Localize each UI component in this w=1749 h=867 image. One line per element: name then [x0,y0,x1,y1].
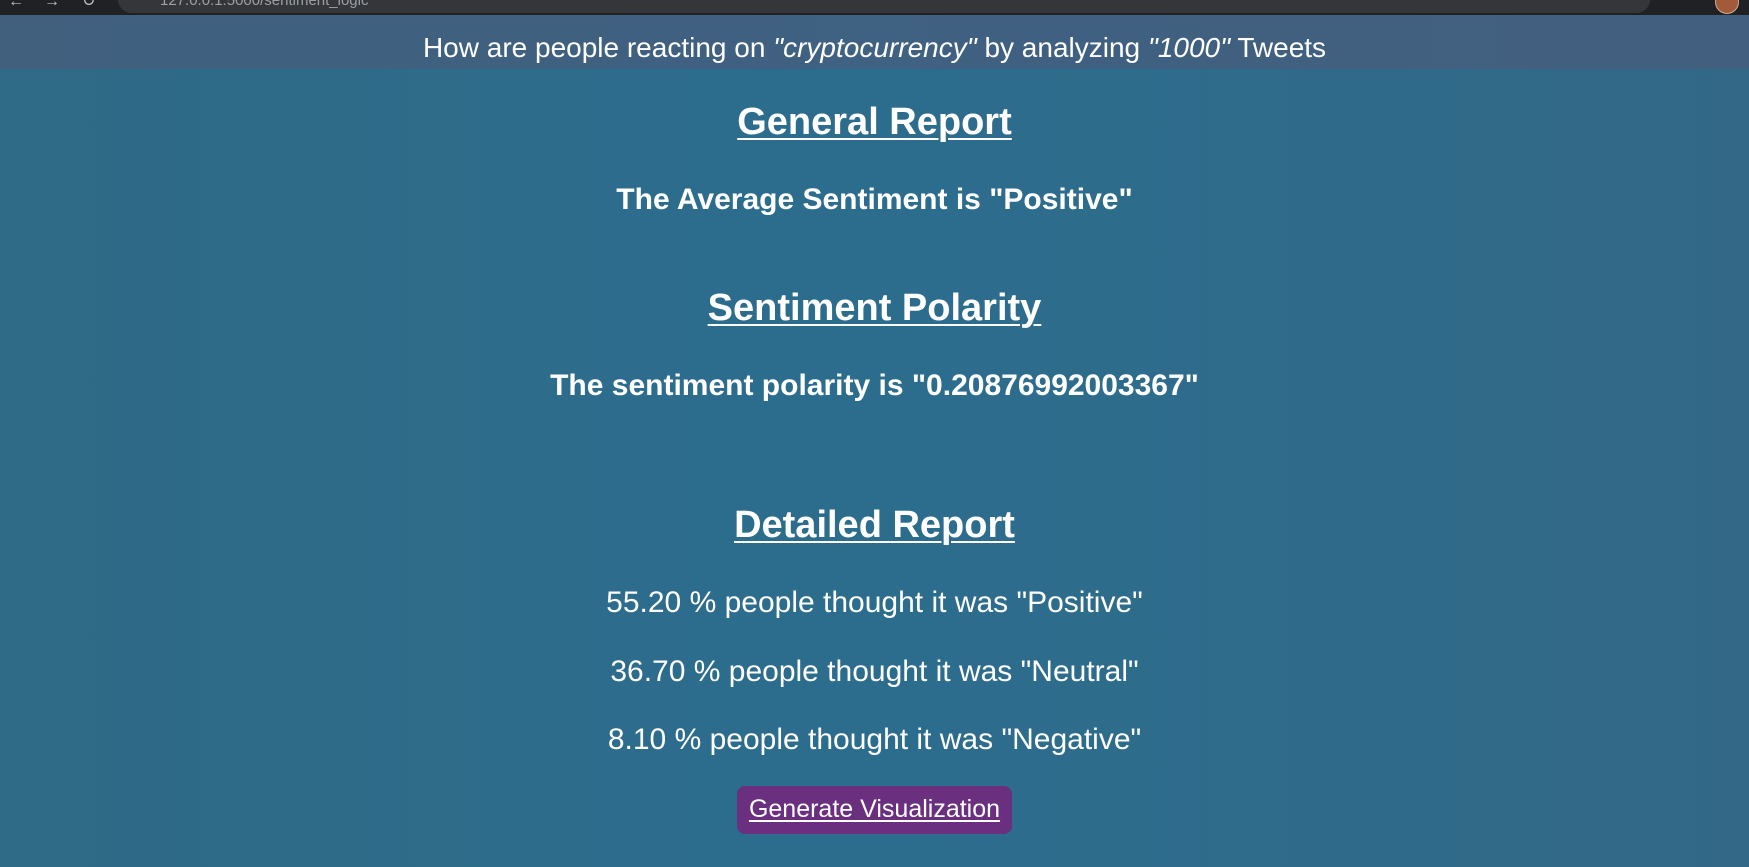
average-sentiment-text: The Average Sentiment is "Positive" [616,183,1133,216]
sentiment-polarity-title: Sentiment Polarity [707,287,1042,329]
action-area: Generate Visualization [0,786,1749,834]
profile-avatar[interactable] [1715,0,1739,14]
sentiment-polarity-text: The sentiment polarity is "0.20876992003… [550,369,1199,402]
address-bar-url: 127.0.0.1:5000/sentiment_logic [160,0,369,9]
browser-toolbar: ← → ↻ 127.0.0.1:5000/sentiment_logic [0,0,1749,15]
header-keyword: "cryptocurrency" [773,32,977,63]
detail-negative-line: 8.10 % people thought it was "Negative" [607,723,1142,756]
header-middle: by analyzing [976,32,1148,63]
page-header: How are people reacting on "cryptocurren… [0,15,1749,69]
header-prefix: How are people reacting on [422,32,774,63]
back-icon[interactable]: ← [8,0,24,10]
generate-visualization-button[interactable]: Generate Visualization [736,786,1013,834]
header-tweet-count: "1000" [1147,32,1231,63]
general-report-title: General Report [737,101,1012,143]
forward-icon[interactable]: → [44,0,60,10]
reload-icon[interactable]: ↻ [82,0,95,10]
detail-positive-line: 55.20 % people thought it was "Positive" [606,586,1143,619]
header-suffix: Tweets [1230,32,1327,63]
detail-neutral-line: 36.70 % people thought it was "Neutral" [610,655,1139,688]
detailed-report-title: Detailed Report [734,504,1015,546]
